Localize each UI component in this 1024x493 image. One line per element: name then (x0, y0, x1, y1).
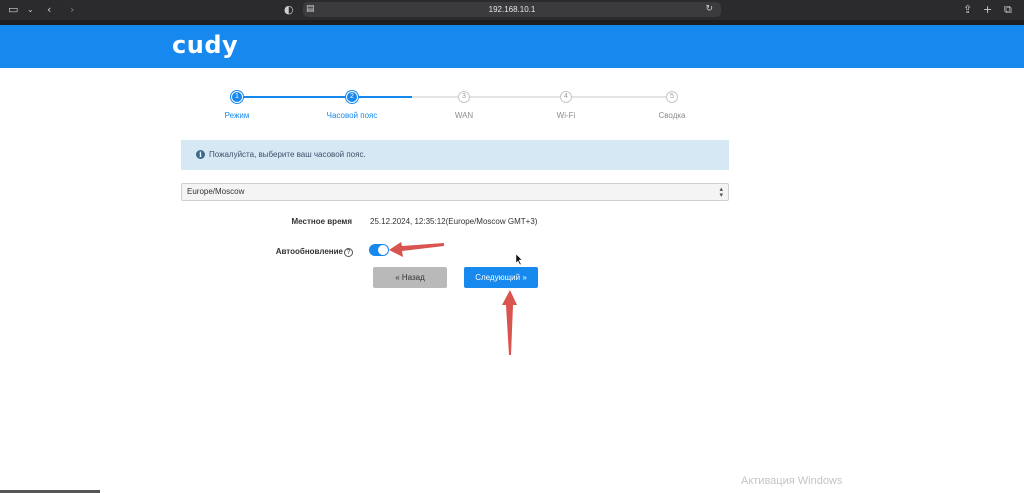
annotation-arrow-next (502, 290, 517, 355)
annotation-arrow-toggle (389, 242, 444, 257)
mouse-cursor-icon (515, 253, 523, 266)
annotation-overlay (389, 242, 523, 355)
windows-watermark: Активация Windows (741, 475, 843, 487)
